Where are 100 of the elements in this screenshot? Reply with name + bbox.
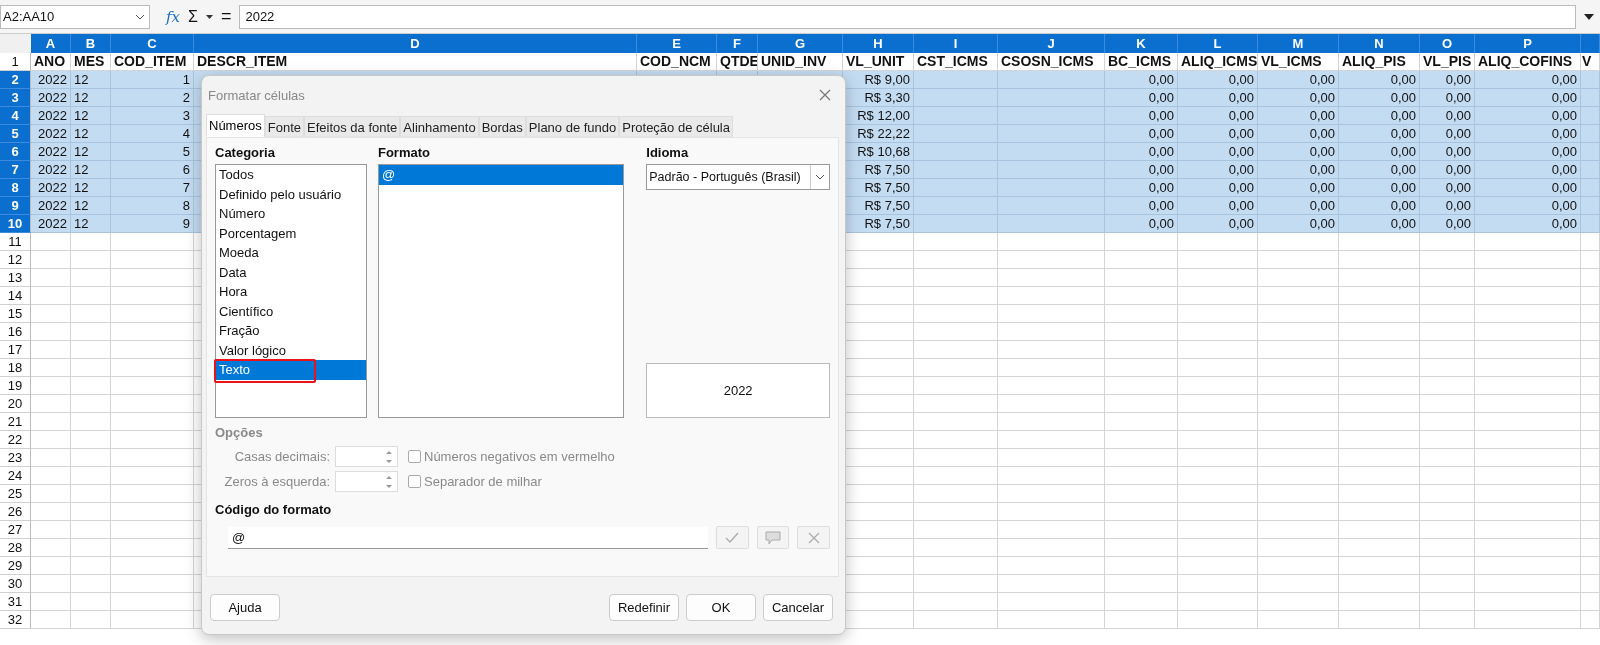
- tab[interactable]: Números: [206, 114, 265, 137]
- table-cell: 2022: [31, 179, 71, 197]
- spin-field[interactable]: [335, 446, 398, 467]
- tab[interactable]: Plano de fundo: [525, 116, 620, 137]
- row-header[interactable]: 22: [0, 431, 31, 449]
- dialog-button[interactable]: Cancelar: [762, 594, 833, 621]
- list-item[interactable]: Científico: [216, 301, 366, 321]
- list-item[interactable]: @: [378, 165, 624, 185]
- table-cell: 0,00: [1420, 143, 1475, 161]
- table-cell: 0,00: [1178, 179, 1258, 197]
- table-cell: [1581, 593, 1600, 611]
- row-header[interactable]: 19: [0, 377, 31, 395]
- row-header[interactable]: 21: [0, 413, 31, 431]
- list-item[interactable]: Porcentagem: [216, 223, 366, 243]
- table-cell: 12: [71, 71, 111, 89]
- table-cell: [1581, 107, 1600, 125]
- tab[interactable]: Fonte: [264, 116, 304, 137]
- name-box[interactable]: A2:AA10: [0, 4, 150, 29]
- tab[interactable]: Alinhamento: [400, 116, 479, 137]
- row-header[interactable]: 31: [0, 593, 31, 611]
- table-cell: 0,00: [1339, 179, 1420, 197]
- row-header[interactable]: 17: [0, 341, 31, 359]
- dropdown-icon[interactable]: [135, 13, 145, 20]
- table-cell: 0,00: [1475, 143, 1581, 161]
- dialog-title: Formatar células: [208, 87, 305, 103]
- table-cell: 1: [111, 71, 194, 89]
- table-cell: 0,00: [1105, 107, 1178, 125]
- table-cell: [1420, 341, 1475, 359]
- row-header[interactable]: 6: [0, 143, 31, 161]
- table-cell: 12: [71, 107, 111, 125]
- dialog-button[interactable]: OK: [685, 594, 756, 621]
- table-cell: [1581, 341, 1600, 359]
- list-item[interactable]: Data: [216, 262, 366, 282]
- tab[interactable]: Efeitos da fonte: [304, 116, 401, 137]
- row-header[interactable]: 24: [0, 467, 31, 485]
- list-item[interactable]: Valor lógico: [216, 340, 366, 360]
- table-cell: [1420, 377, 1475, 395]
- table-cell: 4: [111, 125, 194, 143]
- checkbox-label: Separador de milhar: [424, 474, 542, 489]
- table-cell: 0,00: [1420, 89, 1475, 107]
- list-item[interactable]: Fração: [216, 321, 366, 341]
- row-header[interactable]: 3: [0, 89, 31, 107]
- row-header[interactable]: 25: [0, 485, 31, 503]
- table-cell: [1581, 305, 1600, 323]
- tab[interactable]: Proteção de célula: [619, 116, 733, 137]
- caret-icon[interactable]: [205, 14, 213, 19]
- format-code-field[interactable]: @: [228, 526, 709, 549]
- table-cell: 12: [71, 161, 111, 179]
- table-cell: 0,00: [1475, 71, 1581, 89]
- row-header[interactable]: 1: [0, 53, 31, 71]
- dialog-button[interactable]: Redefinir: [608, 594, 679, 621]
- table-cell: [1581, 215, 1600, 233]
- row-header[interactable]: 5: [0, 125, 31, 143]
- row-header[interactable]: 8: [0, 179, 31, 197]
- table-cell: [1581, 395, 1600, 413]
- row-header[interactable]: 4: [0, 107, 31, 125]
- row-header[interactable]: 7: [0, 161, 31, 179]
- tab[interactable]: Bordas: [478, 116, 526, 137]
- expand-icon[interactable]: [1584, 13, 1594, 20]
- list-item[interactable]: Número: [216, 204, 366, 224]
- row-header[interactable]: 27: [0, 521, 31, 539]
- row-header[interactable]: 23: [0, 449, 31, 467]
- formula-input[interactable]: 2022: [239, 4, 1576, 29]
- close-icon[interactable]: [819, 89, 831, 101]
- comment-button[interactable]: [756, 526, 790, 549]
- table-cell: [71, 377, 111, 395]
- list-item[interactable]: Hora: [216, 282, 366, 302]
- row-header[interactable]: 20: [0, 395, 31, 413]
- list-item[interactable]: Definido pelo usuário: [216, 184, 366, 204]
- row-header[interactable]: 10: [0, 215, 31, 233]
- row-header[interactable]: 16: [0, 323, 31, 341]
- row-header[interactable]: 30: [0, 575, 31, 593]
- row-header[interactable]: 15: [0, 305, 31, 323]
- row-header[interactable]: 26: [0, 503, 31, 521]
- table-cell: [1581, 89, 1600, 107]
- row-header[interactable]: 14: [0, 287, 31, 305]
- row-header[interactable]: 2: [0, 71, 31, 89]
- list-item[interactable]: Texto: [216, 360, 366, 380]
- row-header[interactable]: 32: [0, 611, 31, 629]
- spin-field[interactable]: [335, 471, 398, 492]
- sum-icon[interactable]: Σ: [188, 7, 198, 26]
- delete-button[interactable]: [797, 526, 830, 549]
- row-header[interactable]: 13: [0, 269, 31, 287]
- function-wizard-icon[interactable]: fx: [166, 7, 180, 26]
- row-header[interactable]: 28: [0, 539, 31, 557]
- dialog-button[interactable]: Ajuda: [210, 594, 280, 621]
- confirm-button[interactable]: [716, 526, 749, 549]
- row-header[interactable]: 12: [0, 251, 31, 269]
- list-item[interactable]: Moeda: [216, 243, 366, 263]
- table-cell: 0,00: [1105, 71, 1178, 89]
- list-item[interactable]: Todos: [216, 165, 366, 185]
- table-cell: [1420, 323, 1475, 341]
- row-header[interactable]: 29: [0, 557, 31, 575]
- row-header[interactable]: 18: [0, 359, 31, 377]
- table-cell: [31, 467, 71, 485]
- table-cell: 2022: [31, 197, 71, 215]
- formula-icon[interactable]: =: [220, 6, 232, 27]
- row-header[interactable]: 9: [0, 197, 31, 215]
- row-header[interactable]: 11: [0, 233, 31, 251]
- language-dropdown[interactable]: Padrão - Português (Brasil): [646, 164, 830, 190]
